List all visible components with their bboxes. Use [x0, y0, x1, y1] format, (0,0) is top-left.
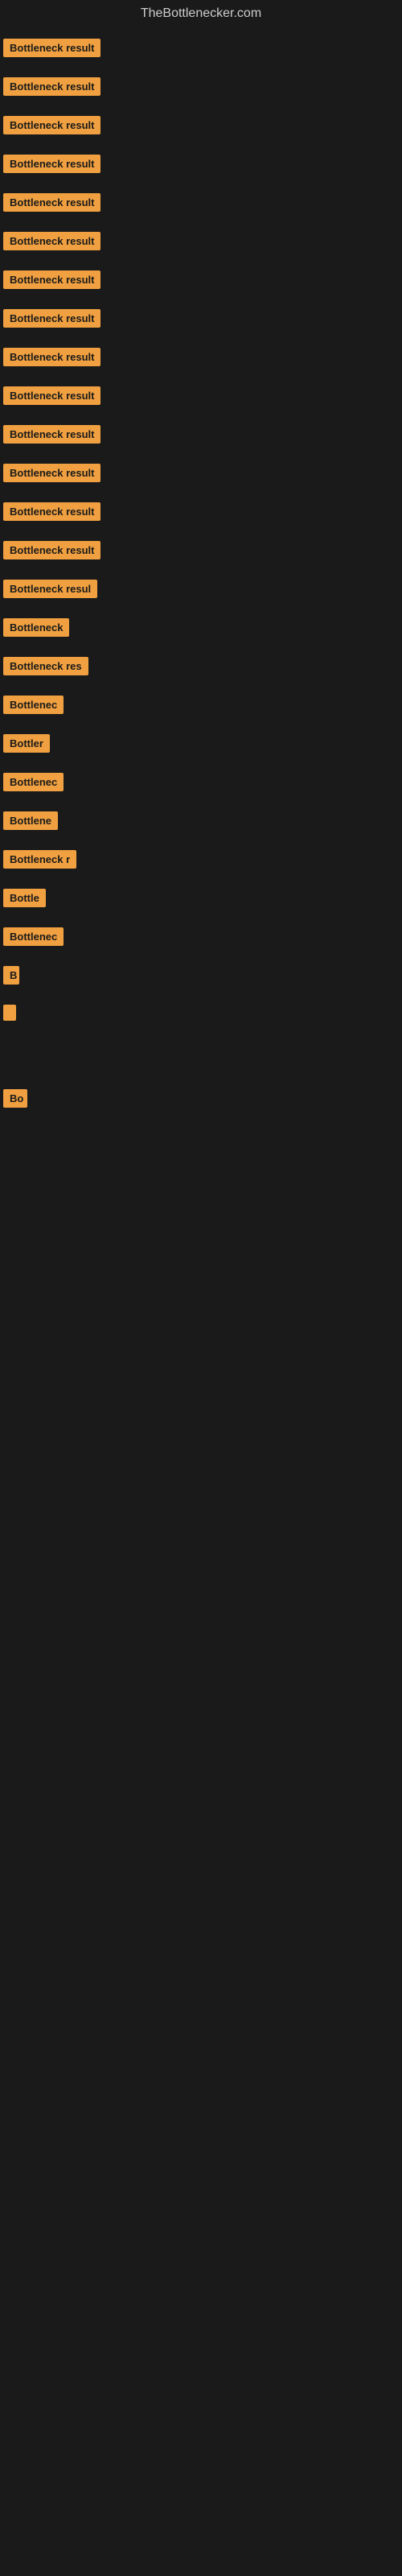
bottleneck-badge[interactable]: Bottlenec	[3, 927, 64, 946]
bottleneck-badge[interactable]: Bottleneck result	[3, 541, 100, 559]
list-item: Bottlenec	[0, 919, 402, 958]
list-item: Bottleneck result	[0, 301, 402, 340]
list-item: Bottleneck result	[0, 31, 402, 69]
list-item: Bottler	[0, 726, 402, 765]
bottleneck-badge[interactable]: Bottler	[3, 734, 50, 753]
list-item: Bottleneck result	[0, 533, 402, 572]
list-item: Bottleneck	[0, 610, 402, 649]
list-item	[0, 1049, 402, 1065]
list-item	[0, 1152, 402, 1168]
list-item: Bottleneck resul	[0, 572, 402, 610]
list-item: Bottle	[0, 881, 402, 919]
bottleneck-badge[interactable]: Bottleneck result	[3, 348, 100, 366]
list-item: B	[0, 958, 402, 997]
list-item	[0, 1136, 402, 1152]
bottleneck-badge[interactable]: Bottleneck result	[3, 309, 100, 328]
bottleneck-badge[interactable]: Bottleneck resul	[3, 580, 97, 598]
bottleneck-badge[interactable]: Bottleneck result	[3, 77, 100, 96]
bottleneck-badge[interactable]: Bottle	[3, 889, 46, 907]
bottleneck-badge[interactable]: Bottleneck r	[3, 850, 76, 869]
list-item: Bottleneck result	[0, 262, 402, 301]
list-item: Bottleneck result	[0, 494, 402, 533]
list-item: Bottlenec	[0, 765, 402, 803]
list-item: Bottleneck result	[0, 224, 402, 262]
list-item: Bottleneck result	[0, 378, 402, 417]
list-item: Bottleneck result	[0, 456, 402, 494]
list-item	[0, 1120, 402, 1136]
bottleneck-badge[interactable]: Bottleneck result	[3, 155, 100, 173]
list-item: Bottleneck res	[0, 649, 402, 687]
list-item: Bottleneck result	[0, 185, 402, 224]
bottleneck-badge[interactable]: Bottleneck result	[3, 464, 100, 482]
list-item: Bottlenec	[0, 687, 402, 726]
bottleneck-badge[interactable]: Bottleneck	[3, 618, 69, 637]
bottleneck-badge[interactable]: Bottleneck result	[3, 232, 100, 250]
list-item: Bottleneck result	[0, 417, 402, 456]
list-item: Bo	[0, 1081, 402, 1120]
list-item: Bottleneck result	[0, 108, 402, 147]
list-item: Bottleneck result	[0, 69, 402, 108]
bottleneck-badge[interactable]: B	[3, 966, 19, 985]
list-item	[0, 997, 402, 1033]
list-item	[0, 1065, 402, 1081]
bottleneck-badge[interactable]: Bottleneck result	[3, 193, 100, 212]
bottleneck-badge[interactable]: Bottleneck result	[3, 425, 100, 444]
bottleneck-badge[interactable]: Bottleneck res	[3, 657, 88, 675]
list-item: Bottlene	[0, 803, 402, 842]
site-title: TheBottlenecker.com	[0, 0, 402, 31]
list-item: Bottleneck r	[0, 842, 402, 881]
bottleneck-badge	[3, 1005, 16, 1021]
bottleneck-badge[interactable]: Bottlene	[3, 811, 58, 830]
list-item	[0, 1033, 402, 1049]
bottleneck-badge[interactable]: Bottleneck result	[3, 270, 100, 289]
bottleneck-badge[interactable]: Bottleneck result	[3, 116, 100, 134]
bottleneck-badge[interactable]: Bo	[3, 1089, 27, 1108]
bottleneck-badge[interactable]: Bottleneck result	[3, 502, 100, 521]
list-item: Bottleneck result	[0, 340, 402, 378]
bottleneck-badge[interactable]: Bottleneck result	[3, 39, 100, 57]
bottleneck-badge[interactable]: Bottlenec	[3, 696, 64, 714]
list-item: Bottleneck result	[0, 147, 402, 185]
bottleneck-badge[interactable]: Bottleneck result	[3, 386, 100, 405]
bottleneck-badge[interactable]: Bottlenec	[3, 773, 64, 791]
